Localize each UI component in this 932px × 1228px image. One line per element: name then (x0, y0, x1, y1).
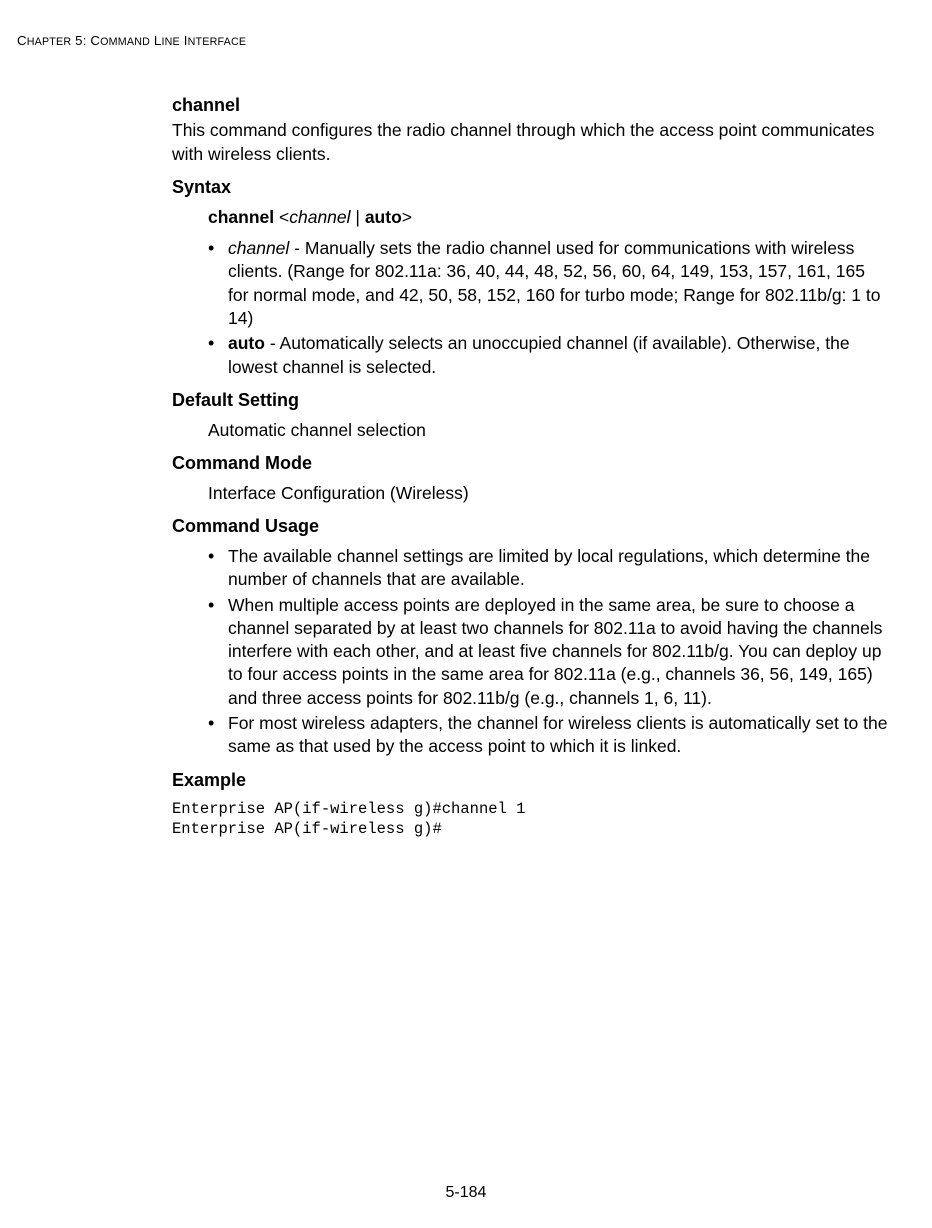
syntax-arg: channel (289, 207, 350, 227)
page-content: channel This command configures the radi… (172, 94, 888, 841)
usage-bullet-1: The available channel settings are limit… (208, 545, 888, 592)
syntax-cmd: channel (208, 207, 274, 227)
command-usage-heading: Command Usage (172, 515, 888, 539)
syntax-bullet-auto-lead: auto (228, 333, 265, 353)
syntax-close: > (402, 207, 412, 227)
syntax-sep2: | (351, 207, 365, 227)
chapter-header: CHAPTER 5: COMMAND LINE INTERFACE (17, 32, 888, 50)
syntax-sep1: < (274, 207, 289, 227)
page-number: 5-184 (0, 1182, 932, 1203)
syntax-bullet-auto: auto - Automatically selects an unoccupi… (208, 332, 888, 379)
chapter-i-rest: NTERFACE (188, 36, 247, 48)
chapter-i: I (180, 33, 188, 48)
syntax-auto: auto (365, 207, 402, 227)
syntax-bullet-channel-rest: - Manually sets the radio channel used f… (228, 238, 880, 328)
example-heading: Example (172, 769, 888, 793)
syntax-bullets: channel - Manually sets the radio channe… (208, 237, 888, 379)
command-name: channel (172, 94, 888, 118)
usage-bullet-2: When multiple access points are deployed… (208, 594, 888, 710)
command-description: This command configures the radio channe… (172, 119, 888, 166)
default-setting-value: Automatic channel selection (208, 419, 888, 442)
chapter-l: L (150, 33, 161, 48)
syntax-bullet-auto-rest: - Automatically selects an unoccupied ch… (228, 333, 850, 376)
chapter-prefix-rest: HAPTER (27, 36, 72, 48)
command-mode-heading: Command Mode (172, 452, 888, 476)
usage-bullet-3: For most wireless adapters, the channel … (208, 712, 888, 759)
chapter-num: 5: C (71, 33, 100, 48)
default-setting-heading: Default Setting (172, 389, 888, 413)
command-mode-value: Interface Configuration (Wireless) (208, 482, 888, 505)
syntax-line: channel <channel | auto> (208, 206, 888, 229)
chapter-title-cmd: OMMAND (100, 36, 150, 48)
syntax-heading: Syntax (172, 176, 888, 200)
example-code: Enterprise AP(if-wireless g)#channel 1 E… (172, 800, 888, 840)
syntax-bullet-channel: channel - Manually sets the radio channe… (208, 237, 888, 330)
command-usage-bullets: The available channel settings are limit… (208, 545, 888, 758)
chapter-l-rest: INE (161, 36, 179, 48)
chapter-prefix-c: C (17, 33, 27, 48)
syntax-bullet-channel-lead: channel (228, 238, 289, 258)
